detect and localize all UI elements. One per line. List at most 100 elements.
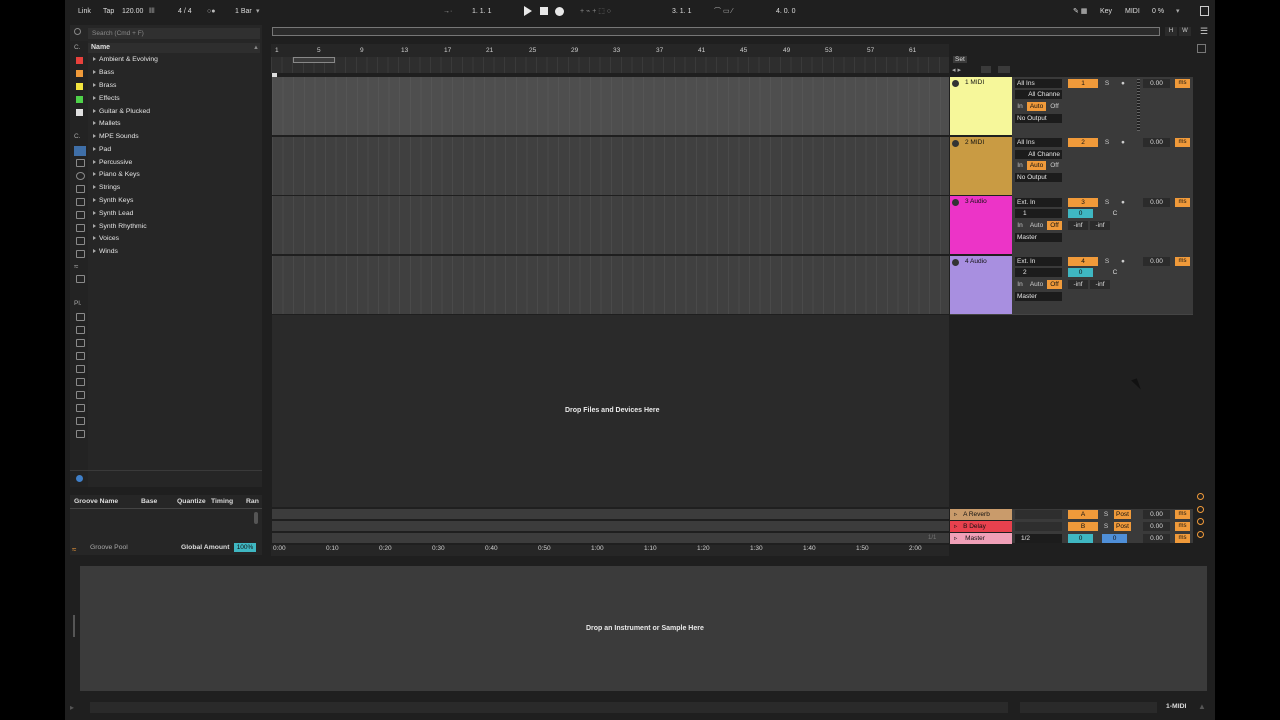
output-menu[interactable]: No Output	[1015, 114, 1062, 123]
search-input[interactable]: Search (Cmd + F)	[88, 28, 260, 39]
arm-button[interactable]: ●	[1117, 257, 1129, 266]
track-volume[interactable]: 0.00	[1143, 79, 1170, 88]
bar-ruler[interactable]	[271, 44, 949, 57]
expand-triangle-icon[interactable]	[93, 70, 96, 75]
arm-button[interactable]: ●	[1117, 138, 1129, 147]
track-volume[interactable]: 0.00	[1143, 257, 1170, 266]
browser-item[interactable]: Effects	[93, 93, 120, 105]
browser-toggle-icon[interactable]	[74, 28, 81, 35]
groove-wave-icon[interactable]: ≈	[72, 545, 76, 554]
monitor-off-button[interactable]: Off	[1047, 102, 1062, 111]
delay-ms-toggle[interactable]: ms	[1175, 522, 1190, 531]
track-name[interactable]: 3 Audio	[965, 198, 987, 205]
expand-triangle-icon[interactable]	[93, 121, 96, 126]
lock-button[interactable]	[998, 66, 1010, 73]
browser-item[interactable]: Bass	[93, 67, 114, 79]
packs-place-icon[interactable]	[76, 313, 85, 321]
delay-ms-toggle[interactable]: ms	[1175, 257, 1190, 266]
browser-item[interactable]: Guitar & Plucked	[93, 106, 150, 118]
post-button[interactable]: Post	[1114, 522, 1131, 531]
track-activator-button[interactable]: 3	[1068, 198, 1098, 207]
folder-place-icon-4[interactable]	[76, 391, 85, 399]
expand-triangle-icon[interactable]	[93, 96, 96, 101]
send-knob[interactable]: 0	[1068, 268, 1093, 277]
input-type-menu[interactable]: Ext. In	[1015, 257, 1062, 266]
input-channel-menu[interactable]: All Channe	[1015, 90, 1062, 99]
red-collection-icon[interactable]	[76, 57, 83, 64]
pan-knob[interactable]: C	[1100, 209, 1130, 218]
overdub-icons[interactable]: + ⌁ + ⬚ ○	[580, 4, 611, 19]
return-a-input[interactable]	[1015, 510, 1062, 519]
browser-item[interactable]: Strings	[93, 182, 120, 194]
expand-triangle-icon[interactable]	[93, 224, 96, 229]
groove-name-header[interactable]: Groove Name	[74, 498, 118, 505]
play-triangle-icon[interactable]: ▹	[954, 535, 957, 542]
browser-item[interactable]: Synth Lead	[93, 208, 133, 220]
play-triangle-icon[interactable]: ▹	[954, 523, 957, 530]
browser-item[interactable]: Voices	[93, 233, 119, 245]
instruments-category-icon[interactable]	[76, 172, 85, 180]
expand-triangle-icon[interactable]	[93, 109, 96, 114]
expand-triangle-icon[interactable]	[93, 198, 96, 203]
return-lane-b[interactable]	[272, 521, 949, 531]
master-lane[interactable]	[272, 533, 949, 543]
green-collection-icon[interactable]	[76, 96, 83, 103]
overview-bar[interactable]	[272, 27, 1160, 36]
return-track-a[interactable]: ▹ A Reverb	[950, 509, 1012, 520]
track-lane-1[interactable]	[272, 77, 949, 135]
grooves-category-icon[interactable]: ≈	[74, 262, 78, 271]
midi-effects-category-icon[interactable]	[76, 198, 85, 206]
groove-timing-header[interactable]: Timing	[211, 498, 233, 505]
browser-item[interactable]: Piano & Keys	[93, 169, 140, 181]
delay-ms-toggle[interactable]: ms	[1175, 138, 1190, 147]
output-menu[interactable]: Master	[1015, 233, 1062, 242]
key-map-button[interactable]: Key	[1100, 4, 1112, 19]
returns-toggle-icon[interactable]	[1197, 518, 1204, 525]
delay-ms-toggle[interactable]: ms	[1175, 510, 1190, 519]
tap-button[interactable]: Tap	[103, 4, 114, 19]
status-arrow-icon[interactable]: ▸	[70, 703, 79, 712]
name-column-header[interactable]: Name	[88, 43, 260, 53]
loop-brace-strip[interactable]	[271, 57, 949, 73]
browser-item[interactable]: Brass	[93, 80, 116, 92]
monitor-auto-button[interactable]: Auto	[1027, 280, 1046, 289]
browser-item[interactable]: Synth Rhythmic	[93, 221, 147, 233]
expand-triangle-icon[interactable]	[93, 172, 96, 177]
return-volume[interactable]: 0.00	[1143, 510, 1170, 519]
browser-item[interactable]: Percussive	[93, 157, 132, 169]
follow-icon[interactable]: →·	[443, 4, 452, 19]
track-activator-button[interactable]: 4	[1068, 257, 1098, 266]
return-a-activator[interactable]: A	[1068, 510, 1098, 519]
groove-base-header[interactable]: Base	[141, 498, 157, 505]
detail-splitter-handle[interactable]	[73, 615, 75, 637]
current-project-place-icon[interactable]	[76, 339, 85, 347]
w-button[interactable]: W	[1179, 27, 1191, 36]
loop-length-field[interactable]: 4. 0. 0	[776, 4, 795, 19]
delay-ms-toggle[interactable]: ms	[1175, 79, 1190, 88]
add-place-icon[interactable]	[76, 475, 83, 482]
track-volume[interactable]: 0.00	[1143, 198, 1170, 207]
tempo-field[interactable]: 120.00	[122, 4, 143, 19]
folder-place-icon-2[interactable]	[76, 365, 85, 373]
monitor-off-button[interactable]: Off	[1047, 221, 1062, 230]
monitor-in-button[interactable]: In	[1015, 221, 1025, 230]
input-type-menu[interactable]: All Ins	[1015, 138, 1062, 147]
orange-collection-icon[interactable]	[76, 70, 83, 77]
groove-scrollbar[interactable]	[254, 512, 258, 524]
arm-button[interactable]: ●	[1117, 198, 1129, 207]
pan-knob[interactable]: C	[1100, 268, 1130, 277]
track-name[interactable]: 1 MIDI	[965, 79, 984, 86]
solo-button[interactable]: S	[1101, 257, 1113, 266]
cpu-chevron-icon[interactable]: ▾	[1176, 4, 1180, 19]
expand-triangle-icon[interactable]	[93, 185, 96, 190]
expand-triangle-icon[interactable]	[93, 147, 96, 152]
metronome-icon[interactable]: ○●	[207, 4, 215, 19]
expand-triangle-icon[interactable]	[93, 83, 96, 88]
input-type-menu[interactable]: Ext. In	[1015, 198, 1062, 207]
status-toggle-icon[interactable]: ▲	[1198, 702, 1206, 711]
return-track-b[interactable]: ▹ B Delay	[950, 521, 1012, 532]
return-b-input[interactable]	[1015, 522, 1062, 531]
expand-triangle-icon[interactable]	[93, 249, 96, 254]
output-menu[interactable]: No Output	[1015, 173, 1062, 182]
browser-item[interactable]: Mallets	[93, 118, 121, 130]
